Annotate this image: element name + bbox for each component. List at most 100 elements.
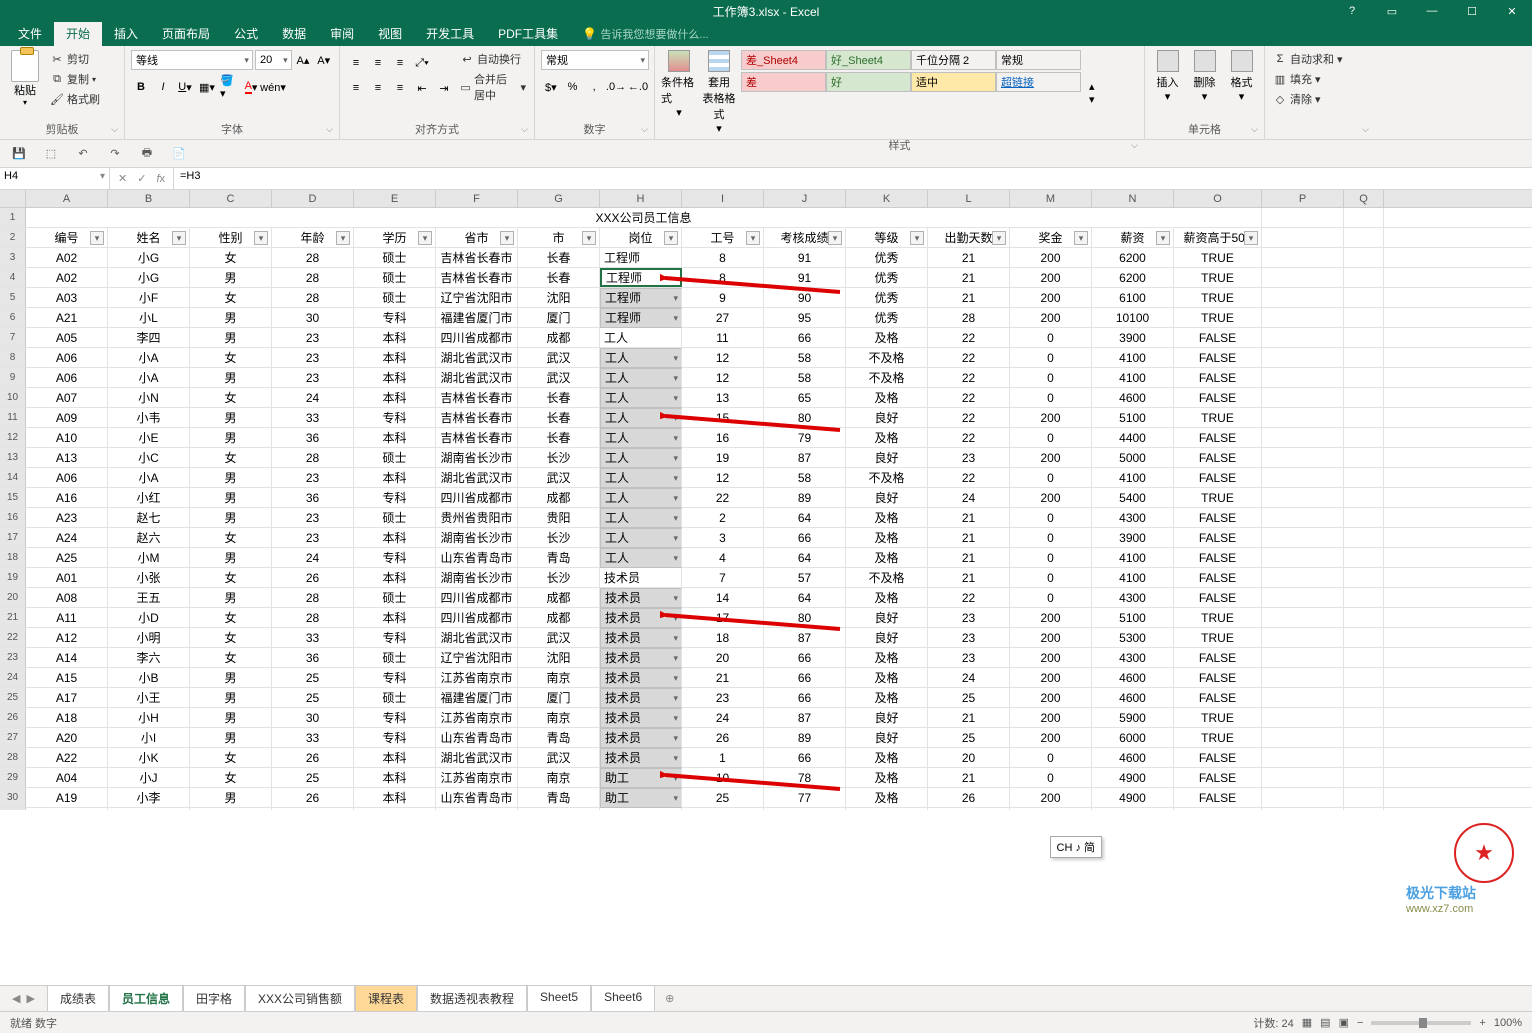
sheet-tab[interactable]: Sheet6 (591, 985, 655, 1013)
data-cell[interactable]: A15 (26, 668, 108, 687)
empty-cell[interactable] (354, 808, 436, 810)
data-cell[interactable]: 工人 (600, 348, 682, 368)
sheet-tab[interactable]: XXX公司销售额 (245, 985, 355, 1013)
data-cell[interactable]: 66 (764, 688, 846, 707)
data-cell[interactable]: 0 (1010, 468, 1092, 487)
dec-decimal[interactable]: ←.0 (628, 77, 648, 97)
filter-header[interactable]: 岗位 (600, 228, 682, 247)
data-cell[interactable]: 4100 (1092, 548, 1174, 567)
data-cell[interactable]: TRUE (1174, 628, 1262, 647)
data-cell[interactable]: 26 (682, 728, 764, 747)
empty-cell[interactable] (846, 808, 928, 810)
row-header[interactable]: 17 (0, 528, 26, 547)
data-cell[interactable]: 四川省成都市 (436, 328, 518, 347)
data-cell[interactable]: 技术员 (600, 628, 682, 648)
data-cell[interactable]: 4900 (1092, 788, 1174, 807)
data-cell[interactable]: 4900 (1092, 768, 1174, 787)
col-header-N[interactable]: N (1092, 190, 1174, 207)
data-cell[interactable]: 5400 (1092, 488, 1174, 507)
percent-button[interactable]: % (563, 77, 583, 97)
data-cell[interactable]: 南京 (518, 668, 600, 687)
data-cell[interactable]: 工人 (600, 368, 682, 388)
data-cell[interactable]: 技术员 (600, 668, 682, 688)
inc-decimal[interactable]: .0→ (606, 77, 626, 97)
wrap-text[interactable]: ↩自动换行 (458, 50, 528, 68)
data-cell[interactable]: 64 (764, 508, 846, 527)
data-cell[interactable]: A06 (26, 348, 108, 367)
cancel-formula-icon[interactable]: ✕ (118, 172, 127, 185)
data-cell[interactable]: 33 (272, 728, 354, 747)
data-cell[interactable]: 4300 (1092, 588, 1174, 607)
sheet-tab[interactable]: 数据透视表教程 (417, 985, 527, 1013)
merge-center[interactable]: ▭合并后居中▾ (458, 70, 528, 104)
filter-header[interactable]: 出勤天数 (928, 228, 1010, 247)
col-header-B[interactable]: B (108, 190, 190, 207)
data-cell[interactable]: A04 (26, 768, 108, 787)
data-cell[interactable]: 3900 (1092, 328, 1174, 347)
style-bad-sheet4[interactable]: 差_Sheet4 (741, 50, 826, 70)
data-cell[interactable]: 7 (682, 568, 764, 587)
data-cell[interactable]: 22 (928, 428, 1010, 447)
autosum[interactable]: Σ自动求和▾ (1271, 50, 1369, 68)
data-cell[interactable]: 女 (190, 448, 272, 467)
data-cell[interactable]: 赵六 (108, 528, 190, 547)
data-cell[interactable]: 22 (928, 588, 1010, 607)
data-cell[interactable]: 66 (764, 648, 846, 667)
data-cell[interactable]: 江苏省南京市 (436, 708, 518, 727)
data-cell[interactable]: 专科 (354, 408, 436, 427)
row-header[interactable]: 24 (0, 668, 26, 687)
data-cell[interactable]: 武汉 (518, 468, 600, 487)
data-cell[interactable]: 福建省厦门市 (436, 688, 518, 707)
data-cell[interactable]: 良好 (846, 628, 928, 647)
fx-icon[interactable]: fx (156, 173, 165, 185)
data-cell[interactable]: 26 (272, 748, 354, 767)
grid[interactable]: ABCDEFGHIJKLMNOPQ 1XXX公司员工信息2编号姓名性别年龄学历省… (0, 190, 1532, 810)
empty-cell[interactable] (764, 808, 846, 810)
data-cell[interactable]: 贵州省贵阳市 (436, 508, 518, 527)
add-sheet-button[interactable]: ⊕ (655, 988, 684, 1009)
empty-cell[interactable] (1174, 808, 1262, 810)
data-cell[interactable]: A09 (26, 408, 108, 427)
data-cell[interactable]: 58 (764, 368, 846, 387)
filter-header[interactable]: 薪资 (1092, 228, 1174, 247)
data-cell[interactable]: 24 (928, 668, 1010, 687)
data-cell[interactable]: 男 (190, 468, 272, 487)
data-cell[interactable]: 23 (272, 348, 354, 367)
data-cell[interactable]: 21 (928, 268, 1010, 287)
data-cell[interactable]: 工人 (600, 328, 682, 347)
data-cell[interactable]: 小E (108, 428, 190, 447)
data-cell[interactable]: 男 (190, 508, 272, 527)
filter-header[interactable]: 省市 (436, 228, 518, 247)
data-cell[interactable]: FALSE (1174, 428, 1262, 447)
data-cell[interactable]: 22 (928, 368, 1010, 387)
data-cell[interactable]: 硕士 (354, 588, 436, 607)
data-cell[interactable]: 77 (764, 788, 846, 807)
row-header[interactable]: 11 (0, 408, 26, 427)
data-cell[interactable]: 2 (682, 508, 764, 527)
data-cell[interactable]: 28 (272, 448, 354, 467)
data-cell[interactable]: 工人 (600, 408, 682, 428)
data-cell[interactable]: 本科 (354, 608, 436, 627)
data-cell[interactable]: TRUE (1174, 608, 1262, 627)
data-cell[interactable]: 长春 (518, 428, 600, 447)
data-cell[interactable]: 10100 (1092, 308, 1174, 327)
data-cell[interactable]: 20 (682, 648, 764, 667)
data-cell[interactable]: 专科 (354, 488, 436, 507)
col-header-C[interactable]: C (190, 190, 272, 207)
data-cell[interactable]: 5900 (1092, 708, 1174, 727)
data-cell[interactable]: 及格 (846, 388, 928, 407)
row-header[interactable]: 6 (0, 308, 26, 327)
data-cell[interactable]: 本科 (354, 788, 436, 807)
data-cell[interactable]: 4400 (1092, 428, 1174, 447)
cond-format-button[interactable]: 条件格式▾ (661, 50, 697, 135)
data-cell[interactable]: 4300 (1092, 508, 1174, 527)
empty-cell[interactable] (928, 808, 1010, 810)
data-cell[interactable]: 小A (108, 348, 190, 367)
data-cell[interactable]: 33 (272, 408, 354, 427)
data-cell[interactable]: 良好 (846, 488, 928, 507)
data-cell[interactable]: 小C (108, 448, 190, 467)
data-cell[interactable]: 66 (764, 748, 846, 767)
data-cell[interactable]: FALSE (1174, 448, 1262, 467)
data-cell[interactable]: A08 (26, 588, 108, 607)
sheet-tab[interactable]: 田字格 (183, 985, 245, 1013)
